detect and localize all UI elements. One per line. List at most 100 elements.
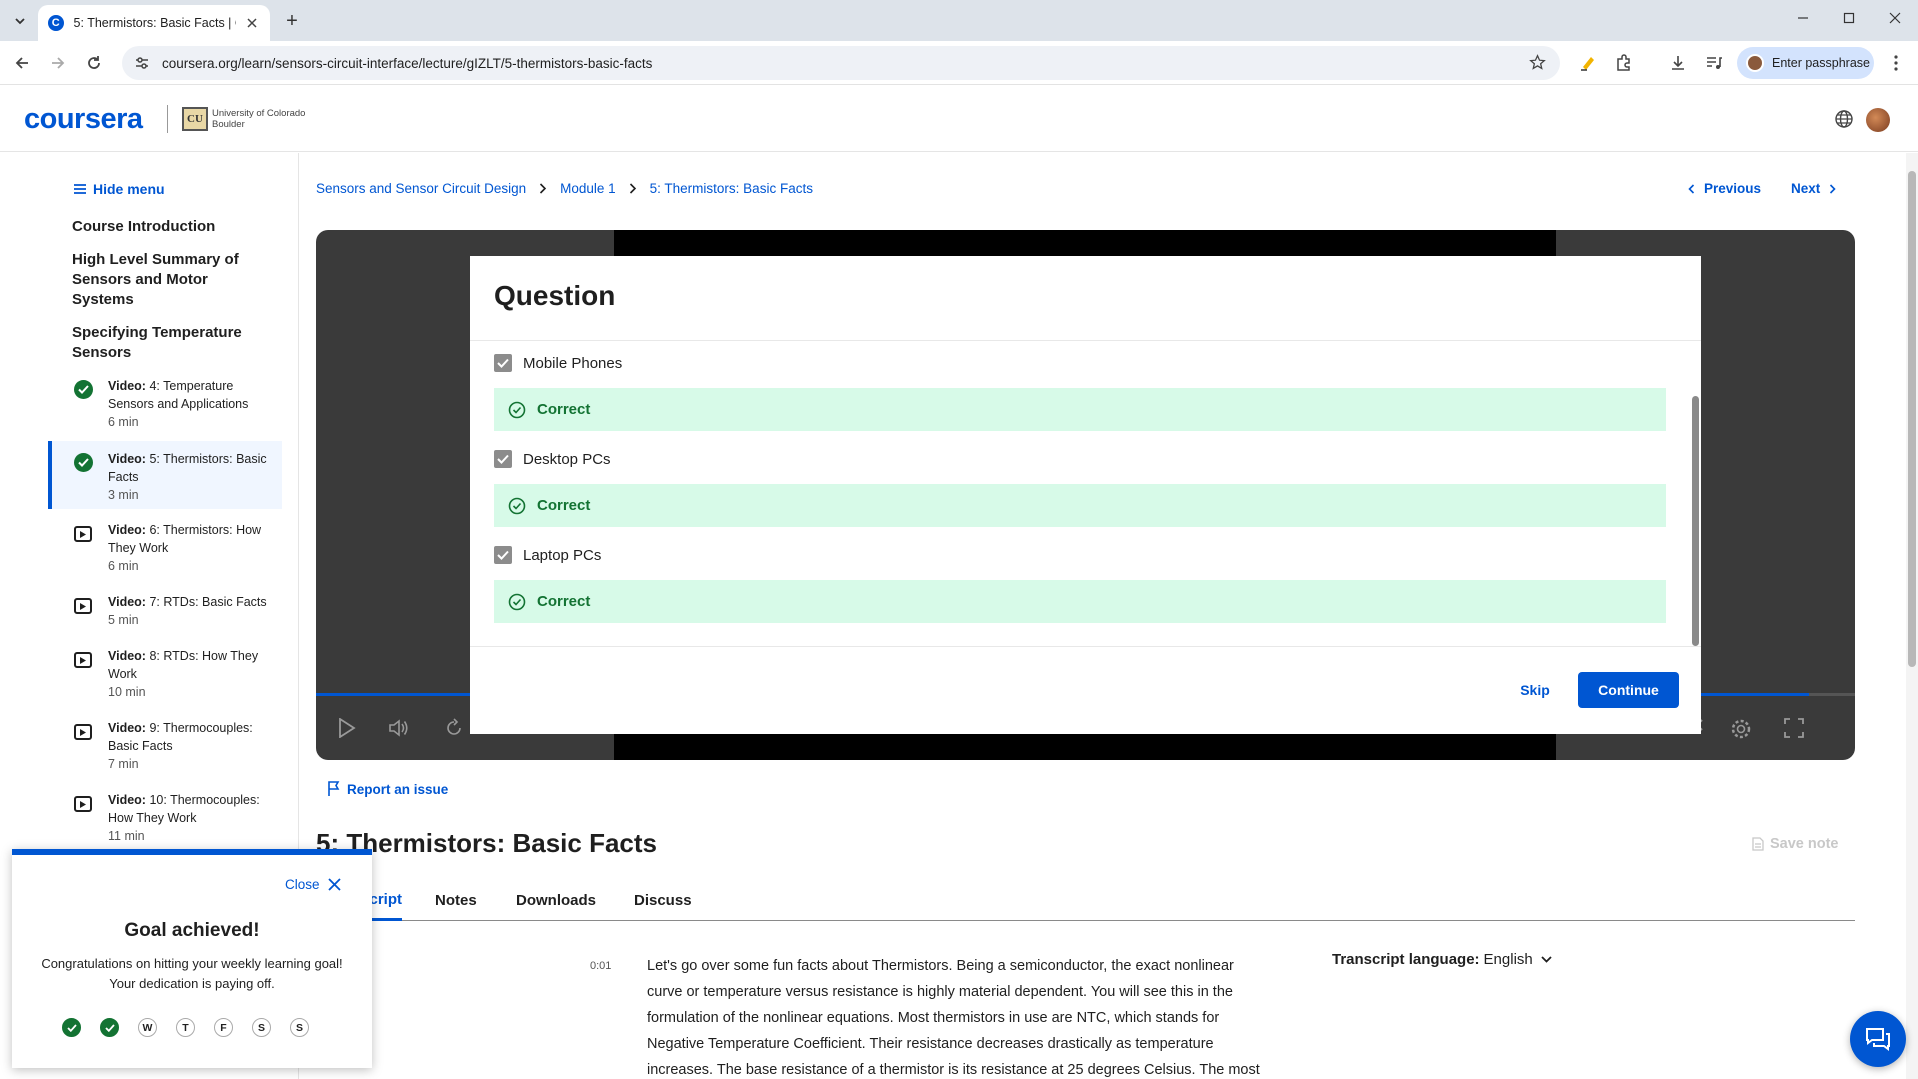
partner-logo[interactable]: CU University of Colorado Boulder [182,107,305,131]
sidebar-item-label: Video: 4: Temperature Sensors and Applic… [108,379,249,411]
hide-menu-label: Hide menu [93,181,165,197]
fullscreen-icon[interactable] [1784,718,1804,738]
sidebar-item-duration: 7 min [108,757,139,771]
completed-check-icon [74,453,93,472]
sidebar-item-label: Video: 9: Thermocouples: Basic Facts [108,721,253,753]
sidebar-item-video-10[interactable]: Video: 10: Thermocouples: How They Work … [48,789,282,857]
sidebar-item-video-6[interactable]: Video: 6: Thermistors: How They Work 6 m… [48,519,282,587]
partner-name-line2: Boulder [212,119,245,130]
play-icon[interactable] [338,718,356,738]
goal-title: Goal achieved! [124,920,260,941]
answer-option-laptop-pcs[interactable]: Laptop PCs [494,546,601,564]
coursera-logo[interactable]: coursera [24,103,143,136]
breadcrumb-lecture[interactable]: 5: Thermistors: Basic Facts [650,181,813,196]
previous-button[interactable]: Previous [1688,181,1761,196]
answer-label: Desktop PCs [523,450,611,468]
sidebar-item-video-8[interactable]: Video: 8: RTDs: How They Work 10 min [48,645,282,713]
play-video-icon [74,524,93,543]
breadcrumb-course[interactable]: Sensors and Sensor Circuit Design [316,181,526,196]
day-indicator: T [176,1018,195,1037]
chevron-right-icon [1829,183,1836,194]
partner-name-line1: University of Colorado [212,108,306,119]
in-video-question-dialog: Question Mobile Phones Correct Desktop P… [470,256,1701,734]
volume-icon[interactable] [388,718,410,738]
media-controls-icon[interactable] [1703,52,1725,74]
sidebar-item-label: Video: 8: RTDs: How They Work [108,649,259,681]
answer-label: Laptop PCs [523,546,602,564]
maximize-icon[interactable] [1826,0,1872,36]
divider [470,646,1701,647]
coursera-favicon-icon: C [48,15,64,31]
sidebar-item-video-5[interactable]: Video: 5: Thermistors: Basic Facts 3 min [48,441,282,509]
minimize-icon[interactable] [1780,0,1826,36]
window-close-icon[interactable] [1872,0,1918,36]
day-completed-check-icon [100,1018,119,1037]
answer-option-desktop-pcs[interactable]: Desktop PCs [494,450,611,468]
day-indicator: W [138,1018,157,1037]
browser-menu-icon[interactable] [1885,52,1907,74]
sidebar-item-video-9[interactable]: Video: 9: Thermocouples: Basic Facts 7 m… [48,717,282,785]
section-course-introduction[interactable]: Course Introduction [72,217,272,237]
user-avatar[interactable] [1866,108,1890,132]
day-indicator: S [252,1018,271,1037]
tab-downloads[interactable]: Downloads [516,880,596,921]
tab-discuss[interactable]: Discuss [634,880,692,921]
highlighter-extension-icon[interactable] [1577,52,1599,74]
completed-check-icon [74,380,93,399]
answer-option-mobile-phones[interactable]: Mobile Phones [494,354,622,372]
play-video-icon [74,794,93,813]
save-note-button[interactable]: Save note [1752,836,1839,852]
forward-arrow-icon[interactable] [45,50,71,76]
divider [470,340,1701,341]
settings-gear-icon[interactable] [1730,718,1752,740]
day-indicator: F [214,1018,233,1037]
save-note-label: Save note [1770,836,1839,852]
profile-button[interactable]: Enter passphrase [1737,47,1874,79]
check-circle-icon [508,401,526,419]
transcript-language-select[interactable]: Transcript language: English [1332,951,1552,968]
page-scrollbar[interactable] [1906,153,1918,1079]
transcript-timestamp[interactable]: 0:01 [590,960,611,972]
tab-close-icon[interactable] [244,15,260,31]
checkbox-checked-icon[interactable] [494,546,512,564]
checkbox-checked-icon[interactable] [494,354,512,372]
continue-button[interactable]: Continue [1578,672,1679,708]
chat-help-button[interactable] [1850,1011,1906,1067]
check-circle-icon [508,593,526,611]
sidebar-item-duration: 11 min [108,829,145,843]
site-info-icon[interactable] [134,55,150,71]
next-button[interactable]: Next [1791,181,1836,196]
check-circle-icon [508,497,526,515]
rewind-icon[interactable] [444,718,464,738]
sidebar-item-video-4[interactable]: Video: 4: Temperature Sensors and Applic… [48,375,282,443]
dialog-scrollbar[interactable] [1692,396,1699,646]
skip-button[interactable]: Skip [1510,672,1560,708]
tab-notes[interactable]: Notes [435,880,477,921]
page-scrollbar-thumb[interactable] [1908,171,1916,667]
tab-search-icon[interactable] [8,9,32,33]
breadcrumb-module[interactable]: Module 1 [560,181,616,196]
language-globe-icon[interactable] [1834,109,1854,134]
close-button[interactable]: Close [285,877,341,892]
hide-menu-button[interactable]: Hide menu [73,181,165,197]
report-issue-link[interactable]: Report an issue [327,781,448,797]
day-indicator: S [290,1018,309,1037]
new-tab-icon[interactable]: + [280,9,304,33]
transcript-text: Let's go over some fun facts about Therm… [647,958,1260,1078]
profile-avatar [1746,54,1764,72]
url-text: coursera.org/learn/sensors-circuit-inter… [162,55,653,71]
bookmark-star-icon[interactable] [1529,54,1546,76]
browser-tab[interactable]: C 5: Thermistors: Basic Facts | Coursera [38,5,270,41]
download-icon[interactable] [1667,52,1689,74]
chevron-left-icon [1688,183,1695,194]
reload-icon[interactable] [81,50,107,76]
address-bar[interactable]: coursera.org/learn/sensors-circuit-inter… [122,46,1560,80]
close-icon [327,878,341,891]
section-specifying-temperature-sensors[interactable]: Specifying Temperature Sensors [72,323,272,363]
extensions-puzzle-icon[interactable] [1613,52,1635,74]
section-high-level-summary[interactable]: High Level Summary of Sensors and Motor … [72,250,272,310]
checkbox-checked-icon[interactable] [494,450,512,468]
feedback-correct: Correct [494,580,1666,623]
back-arrow-icon[interactable] [9,50,35,76]
chevron-right-icon [539,183,547,194]
